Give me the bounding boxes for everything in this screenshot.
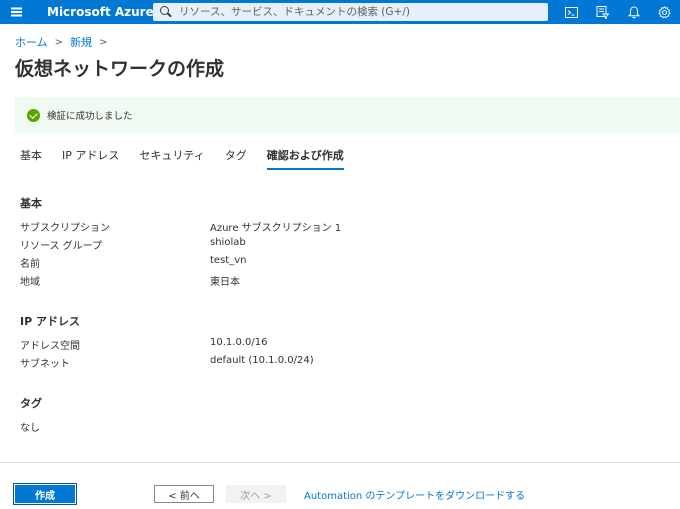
review-key: アドレス空間 — [20, 341, 80, 352]
next-button[interactable]: 次へ > — [226, 485, 286, 503]
tab-ip-addresses[interactable]: IP アドレス — [62, 146, 119, 170]
directory-filter-icon[interactable] — [587, 0, 618, 24]
top-bar: Microsoft Azure — [0, 0, 680, 24]
breadcrumb-separator: > — [54, 36, 64, 48]
success-check-icon — [27, 108, 40, 122]
review-key: 地域 — [20, 277, 40, 288]
create-button[interactable]: 作成 — [13, 483, 77, 505]
breadcrumb-new-link[interactable]: 新規 — [70, 34, 92, 50]
review-row: サブネット default (10.1.0.0/24) — [20, 355, 620, 371]
tags-value: なし — [20, 423, 40, 434]
review-value: 東日本 — [210, 277, 240, 288]
footer-action-bar: 作成 < 前へ 次へ > Automation のテンプレートをダウンロードする — [0, 462, 680, 509]
wizard-tabs: 基本 IP アドレス セキュリティ タグ 確認および作成 — [20, 146, 364, 170]
hamburger-menu-icon[interactable] — [0, 0, 32, 24]
breadcrumb-home-link[interactable]: ホーム — [15, 34, 48, 50]
notification-bell-icon[interactable] — [618, 0, 649, 24]
tab-basics[interactable]: 基本 — [20, 146, 42, 170]
tab-security[interactable]: セキュリティ — [139, 146, 204, 170]
tab-review-create[interactable]: 確認および作成 — [266, 146, 344, 170]
settings-gear-icon[interactable] — [649, 0, 680, 24]
page-title: 仮想ネットワークの作成 — [15, 58, 225, 80]
review-value: 10.1.0.0/16 — [210, 337, 268, 348]
review-key: サブスクリプション — [20, 223, 110, 234]
breadcrumb: ホーム > 新規 > — [15, 34, 114, 50]
review-value: default (10.1.0.0/24) — [210, 355, 314, 366]
review-row: 名前 test_vn — [20, 255, 620, 271]
breadcrumb-separator: > — [99, 36, 108, 48]
review-key: サブネット — [20, 359, 70, 370]
section-title-ip-addresses: IP アドレス — [20, 315, 80, 328]
search-input[interactable] — [179, 6, 539, 18]
review-row: アドレス空間 10.1.0.0/16 — [20, 337, 620, 353]
review-key: リソース グループ — [20, 241, 103, 252]
search-icon — [159, 5, 173, 19]
tab-tags[interactable]: タグ — [225, 146, 247, 170]
review-row: 地域 東日本 — [20, 273, 620, 289]
validation-success-banner: 検証に成功しました — [15, 97, 680, 133]
review-row: リソース グループ shiolab — [20, 237, 620, 253]
download-automation-template-link[interactable]: Automation のテンプレートをダウンロードする — [304, 487, 525, 502]
review-row: サブスクリプション Azure サブスクリプション 1 — [20, 219, 620, 235]
review-value: Azure サブスクリプション 1 — [210, 223, 342, 234]
section-title-tags: タグ — [20, 397, 42, 410]
review-value: test_vn — [210, 255, 247, 266]
section-title-basics: 基本 — [20, 197, 42, 210]
review-key: 名前 — [20, 259, 40, 270]
global-search[interactable] — [153, 3, 548, 21]
previous-button[interactable]: < 前へ — [154, 485, 214, 503]
brand-title[interactable]: Microsoft Azure — [47, 5, 154, 19]
review-value: shiolab — [210, 237, 246, 248]
cloud-shell-icon[interactable] — [556, 0, 587, 24]
header-icon-group — [556, 0, 680, 24]
validation-message: 検証に成功しました — [47, 111, 133, 122]
